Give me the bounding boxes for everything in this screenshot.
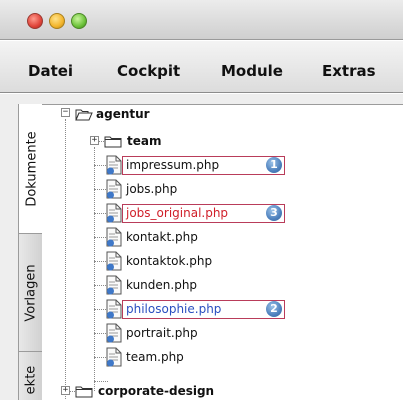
php-file-icon (106, 323, 122, 343)
tab-vorlagen-label: Vorlagen (23, 263, 39, 322)
menu-cockpit[interactable]: Cockpit (117, 62, 180, 80)
tree-branch (94, 381, 108, 382)
menu-extras[interactable]: Extras (322, 62, 376, 80)
annotation-number-badge: 2 (266, 301, 282, 317)
tab-projekte[interactable]: ekte (19, 352, 43, 400)
php-file-icon (106, 155, 122, 175)
expand-corporate-design-toggle[interactable]: + (61, 386, 70, 395)
collapse-agentur-toggle[interactable]: − (61, 108, 70, 117)
side-tab-strip: Dokumente Vorlagen ekte (18, 104, 44, 400)
tree-file-item[interactable]: kontaktok.php (126, 254, 212, 268)
menu-datei[interactable]: Datei (28, 62, 73, 80)
annotation-highlight-box (122, 300, 285, 319)
annotation-number-badge: 1 (266, 157, 282, 173)
tree-file-item[interactable]: team.php (126, 350, 184, 364)
document-panel: Dokumente Vorlagen ekte − agentur + team… (0, 94, 403, 400)
php-file-icon (106, 179, 122, 199)
folder-icon (75, 386, 93, 398)
close-window-button[interactable] (27, 13, 43, 29)
window-titlebar (0, 0, 403, 40)
php-file-icon (106, 347, 122, 367)
tab-projekte-label: ekte (23, 365, 39, 395)
php-file-icon (106, 203, 122, 223)
tree-node-agentur[interactable]: agentur (96, 107, 150, 121)
tree-node-team[interactable]: team (127, 134, 161, 148)
tab-dokumente[interactable]: Dokumente (19, 104, 44, 234)
tree-node-corporate-design[interactable]: corporate-design (98, 384, 214, 398)
tree-line-root (65, 119, 66, 399)
tree-line-agentur (94, 147, 95, 391)
annotation-highlight-box (122, 204, 285, 223)
tree-file-item[interactable]: kunden.php (126, 278, 197, 292)
annotation-number-badge: 3 (266, 205, 282, 221)
annotation-highlight-box (122, 156, 285, 175)
php-file-icon (106, 227, 122, 247)
tab-vorlagen[interactable]: Vorlagen (19, 234, 43, 352)
tree-file-item[interactable]: jobs.php (126, 182, 177, 196)
minimize-window-button[interactable] (49, 13, 65, 29)
tree-file-item[interactable]: portrait.php (126, 326, 198, 340)
file-tree: − agentur + team + corporate-design impr… (42, 104, 403, 400)
expand-team-toggle[interactable]: + (90, 136, 99, 145)
php-file-icon (106, 299, 122, 319)
menu-bar: Datei Cockpit Module Extras (0, 41, 403, 93)
php-file-icon (106, 275, 122, 295)
menu-module[interactable]: Module (221, 62, 283, 80)
tree-file-item[interactable]: kontakt.php (126, 230, 198, 244)
tab-dokumente-label: Dokumente (24, 130, 39, 207)
zoom-window-button[interactable] (71, 13, 87, 29)
folder-icon (104, 136, 122, 148)
folder-open-icon (75, 109, 93, 121)
php-file-icon (106, 251, 122, 271)
